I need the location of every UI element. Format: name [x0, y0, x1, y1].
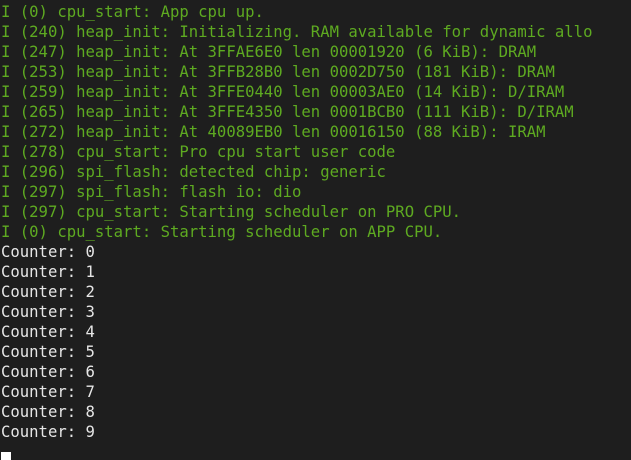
output-line: Counter: 5 — [1, 343, 95, 361]
log-line: I (278) cpu_start: Pro cpu start user co… — [1, 143, 396, 161]
log-line: I (247) heap_init: At 3FFAE6E0 len 00001… — [1, 43, 537, 61]
terminal-cursor — [1, 452, 11, 460]
output-line: Counter: 6 — [1, 363, 95, 381]
output-line: Counter: 7 — [1, 383, 95, 401]
log-line: I (240) heap_init: Initializing. RAM ava… — [1, 23, 593, 41]
output-line: Counter: 1 — [1, 263, 95, 281]
log-line: I (253) heap_init: At 3FFB28B0 len 0002D… — [1, 63, 555, 81]
log-line: I (272) heap_init: At 40089EB0 len 00016… — [1, 123, 546, 141]
log-line: I (297) cpu_start: Starting scheduler on… — [1, 203, 462, 221]
output-line: Counter: 3 — [1, 303, 95, 321]
terminal-window[interactable]: I (0) cpu_start: App cpu up. I (240) hea… — [0, 0, 631, 460]
log-line: I (265) heap_init: At 3FFE4350 len 0001B… — [1, 103, 574, 121]
log-line: I (259) heap_init: At 3FFE0440 len 00003… — [1, 83, 565, 101]
output-line: Counter: 9 — [1, 423, 95, 441]
output-line: Counter: 0 — [1, 243, 95, 261]
log-line: I (296) spi_flash: detected chip: generi… — [1, 163, 386, 181]
log-line: I (297) spi_flash: flash io: dio — [1, 183, 302, 201]
output-line: Counter: 8 — [1, 403, 95, 421]
output-line: Counter: 2 — [1, 283, 95, 301]
log-line: I (0) cpu_start: Starting scheduler on A… — [1, 223, 443, 241]
log-line: I (0) cpu_start: App cpu up. — [1, 3, 264, 21]
output-line: Counter: 4 — [1, 323, 95, 341]
